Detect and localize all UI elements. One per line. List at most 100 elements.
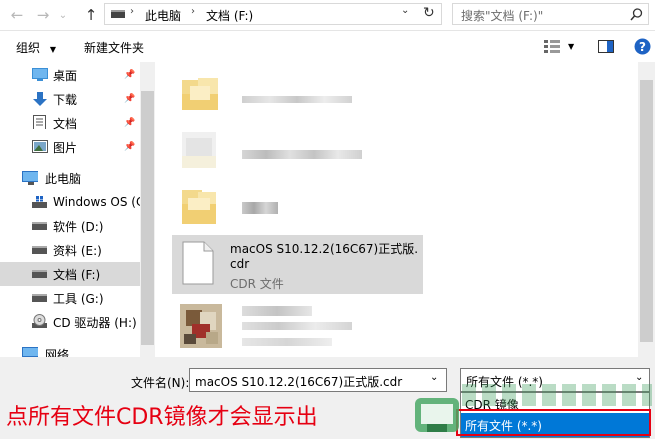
document-icon [33, 115, 46, 129]
nav-item-network[interactable]: 网络 [0, 342, 140, 357]
breadcrumb-separator-icon: › [191, 6, 195, 17]
organize-button[interactable]: 组织 ▼ [16, 39, 56, 56]
nav-item-desktop[interactable]: 桌面 📌 [0, 63, 140, 87]
filename-label: 文件名(N): [131, 376, 190, 390]
nav-item-drive-h[interactable]: CD 驱动器 (H:) [0, 310, 140, 334]
help-icon[interactable]: ? [634, 38, 651, 55]
chevron-down-icon[interactable]: ⌄ [430, 372, 438, 383]
address-row: ← → ⌄ ↑ › 此电脑 › 文档 (F:) ⌄ ↻ 搜索"文档 (F:)" [0, 0, 655, 31]
nav-label: 工具 (G:) [53, 291, 104, 306]
blurred-filename [242, 150, 362, 159]
list-item[interactable] [172, 298, 432, 356]
file-name-line2: cdr [230, 257, 250, 271]
search-icon[interactable] [630, 8, 643, 21]
folder-icon [182, 132, 216, 168]
new-folder-button[interactable]: 新建文件夹 [84, 39, 144, 56]
filename-value: macOS S10.12.2(16C67)正式版.cdr [195, 375, 403, 389]
pin-icon: 📌 [124, 94, 136, 104]
watermark-text [462, 384, 652, 406]
list-item-cdr-file[interactable]: macOS S10.12.2(16C67)正式版. cdr CDR 文件 [172, 235, 423, 294]
drive-icon [32, 270, 47, 278]
nav-label: 网络 [45, 347, 70, 358]
up-button[interactable]: ↑ [80, 4, 102, 26]
file-icon [182, 241, 214, 285]
nav-label: 下载 [53, 92, 78, 107]
list-item[interactable] [172, 68, 432, 118]
nav-label: 文档 [53, 116, 78, 131]
pin-icon: 📌 [124, 142, 136, 152]
blurred-filename [242, 322, 352, 330]
preview-pane-icon[interactable] [598, 40, 614, 53]
arrow-up-icon: ↑ [84, 6, 98, 24]
drive-icon [32, 222, 47, 230]
chevron-down-icon: ⌄ [58, 9, 68, 21]
desktop-icon [32, 68, 48, 81]
back-button[interactable]: ← [6, 4, 28, 26]
blurred-filename [242, 338, 332, 346]
new-folder-label: 新建文件夹 [84, 41, 145, 55]
folder-icon [182, 190, 216, 224]
nav-label: 桌面 [53, 68, 78, 83]
nav-label: CD 驱动器 (H:) [53, 315, 137, 330]
nav-item-drive-f[interactable]: 文档 (F:) [0, 262, 140, 286]
nav-item-drive-g[interactable]: 工具 (G:) [0, 286, 140, 310]
blurred-filename [242, 96, 352, 103]
drive-icon [111, 10, 125, 18]
nav-item-downloads[interactable]: 下载 📌 [0, 87, 140, 111]
toolbar: 组织 ▼ 新建文件夹 ▼ ? [0, 31, 655, 62]
arrow-left-icon: ← [10, 6, 24, 24]
image-file-icon [180, 304, 222, 348]
nav-label: 资料 (E:) [53, 243, 102, 258]
organize-label: 组织 [16, 41, 41, 55]
cd-drive-icon [32, 314, 47, 328]
watermark-logo-icon [415, 398, 459, 432]
nav-item-pictures[interactable]: 图片 📌 [0, 135, 140, 159]
file-type: CDR 文件 [230, 277, 284, 291]
nav-label: 软件 (D:) [53, 219, 104, 234]
breadcrumb-this-pc[interactable]: 此电脑 [145, 7, 181, 24]
chevron-down-icon: ⌄ [635, 372, 644, 383]
nav-item-drive-d[interactable]: 软件 (D:) [0, 214, 140, 238]
drive-icon [32, 294, 47, 302]
list-item[interactable] [172, 180, 432, 232]
recent-locations-button[interactable]: ⌄ [56, 4, 70, 26]
nav-item-this-pc[interactable]: 此电脑 [0, 166, 140, 190]
drive-icon [32, 246, 47, 254]
picture-icon [32, 140, 48, 153]
search-placeholder: 搜索"文档 (F:)" [461, 9, 544, 23]
computer-icon [22, 171, 38, 185]
download-icon [33, 92, 47, 106]
nav-item-drive-c[interactable]: Windows OS (C [0, 190, 144, 214]
annotation-text: 点所有文件CDR镜像才会显示出 [6, 405, 318, 430]
address-bar[interactable]: › 此电脑 › 文档 (F:) ⌄ ↻ [104, 3, 442, 25]
folder-icon [182, 78, 218, 110]
highlight-box [456, 409, 651, 436]
pin-icon: 📌 [124, 70, 136, 80]
breadcrumb-separator-icon: › [130, 6, 134, 17]
caret-down-icon: ▼ [49, 45, 56, 54]
nav-item-documents[interactable]: 文档 📌 [0, 111, 140, 135]
arrow-right-icon: → [36, 6, 50, 24]
forward-button[interactable]: → [32, 4, 54, 26]
address-history-dropdown[interactable]: ⌄ [401, 5, 409, 16]
view-dropdown-caret-icon[interactable]: ▼ [568, 42, 574, 51]
breadcrumb-documents-drive[interactable]: 文档 (F:) [206, 7, 253, 24]
pin-icon: 📌 [124, 118, 136, 128]
file-scrollbar-thumb[interactable] [640, 80, 653, 342]
navigation-pane[interactable]: 桌面 📌 下载 📌 文档 📌 图片 📌 此电脑 Windows OS (C 软件… [0, 62, 155, 357]
nav-label: 此电脑 [45, 171, 82, 186]
list-item[interactable] [172, 122, 432, 174]
refresh-icon[interactable]: ↻ [423, 5, 435, 21]
file-list[interactable]: macOS S10.12.2(16C67)正式版. cdr CDR 文件 [160, 62, 638, 357]
svg-text:?: ? [639, 40, 646, 54]
blurred-filename [242, 306, 312, 316]
nav-label: Windows OS (C [53, 195, 145, 209]
file-name-line1: macOS S10.12.2(16C67)正式版. [230, 242, 419, 256]
nav-item-drive-e[interactable]: 资料 (E:) [0, 238, 140, 262]
view-options-icon[interactable] [544, 40, 560, 53]
nav-scrollbar-thumb[interactable] [141, 91, 154, 345]
search-box[interactable]: 搜索"文档 (F:)" [452, 3, 649, 25]
drive-windows-icon [32, 196, 47, 208]
nav-label: 图片 [53, 140, 78, 155]
network-icon [22, 347, 38, 357]
